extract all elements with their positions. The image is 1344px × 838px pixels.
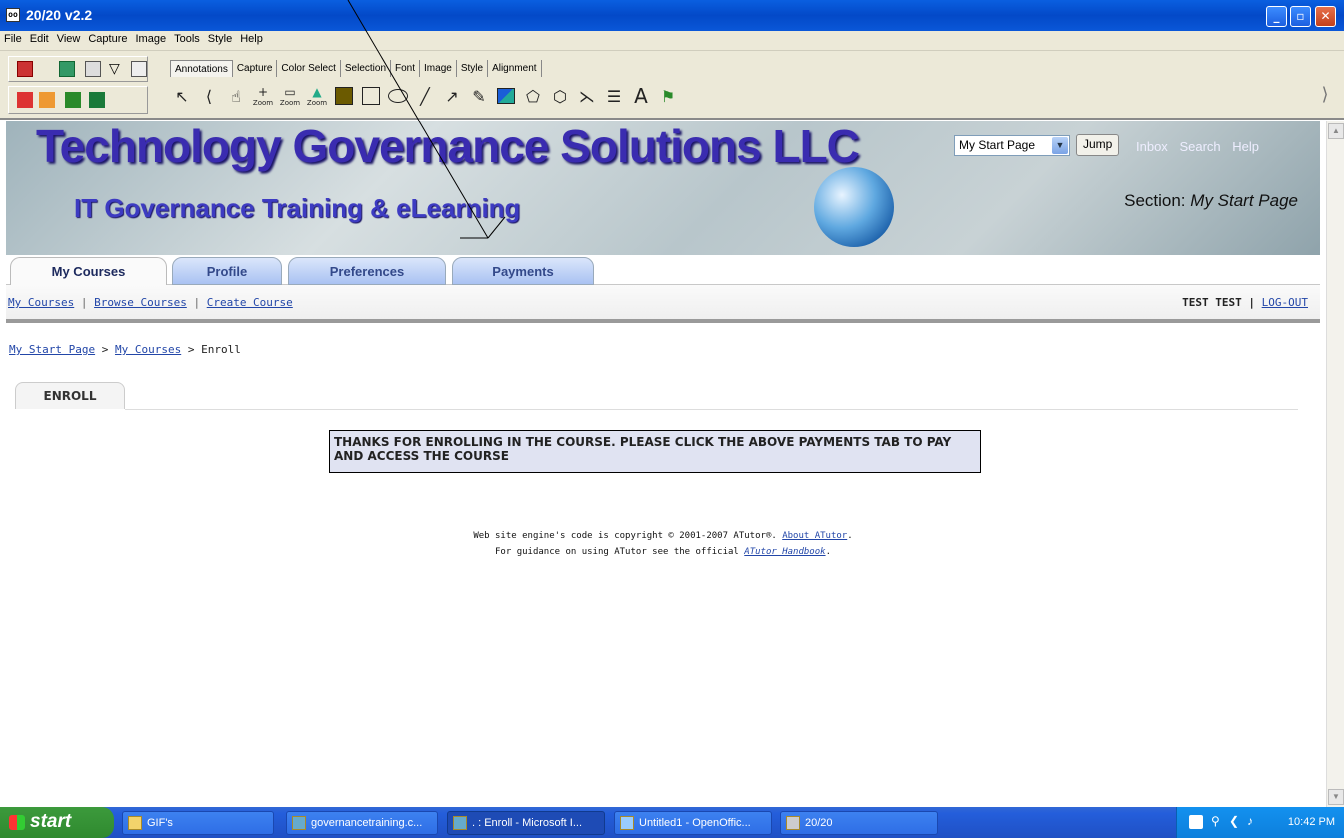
- annotation-arrow: [418, 121, 506, 239]
- ie-icon: [453, 816, 467, 830]
- windows-flag-icon: [9, 815, 25, 830]
- clock: 10:42 PM: [1287, 816, 1335, 828]
- task-enroll-ie[interactable]: . : Enroll - Microsoft I...: [447, 811, 605, 835]
- help-tray-icon[interactable]: [1189, 815, 1203, 829]
- start-button[interactable]: start: [0, 807, 114, 838]
- openoffice-icon: [620, 816, 634, 830]
- vertical-scrollbar[interactable]: ▲ ▼: [1326, 121, 1344, 807]
- network-tray-icon[interactable]: ⚲: [1211, 814, 1220, 828]
- task-governancetraining[interactable]: governancetraining.c...: [286, 811, 438, 835]
- folder-icon: [128, 816, 142, 830]
- system-tray: ⚲ ❮ ♪ 10:42 PM: [1176, 807, 1344, 838]
- volume-tray-icon[interactable]: ♪: [1247, 814, 1253, 828]
- scroll-down-icon[interactable]: ▼: [1328, 789, 1344, 805]
- app-2020-icon: [786, 816, 800, 830]
- browser-viewport: Technology Governance Solutions LLC IT G…: [0, 121, 1326, 807]
- task-openoffice[interactable]: Untitled1 - OpenOffic...: [614, 811, 772, 835]
- scroll-up-icon[interactable]: ▲: [1328, 123, 1344, 139]
- taskbar: start GIF's governancetraining.c... . : …: [0, 807, 1344, 838]
- annotation-arrow-tail: [347, 0, 420, 121]
- ie-icon: [292, 816, 306, 830]
- task-gifs[interactable]: GIF's: [122, 811, 274, 835]
- task-2020[interactable]: 20/20: [780, 811, 938, 835]
- collapse-tray-icon[interactable]: ❮: [1229, 814, 1239, 828]
